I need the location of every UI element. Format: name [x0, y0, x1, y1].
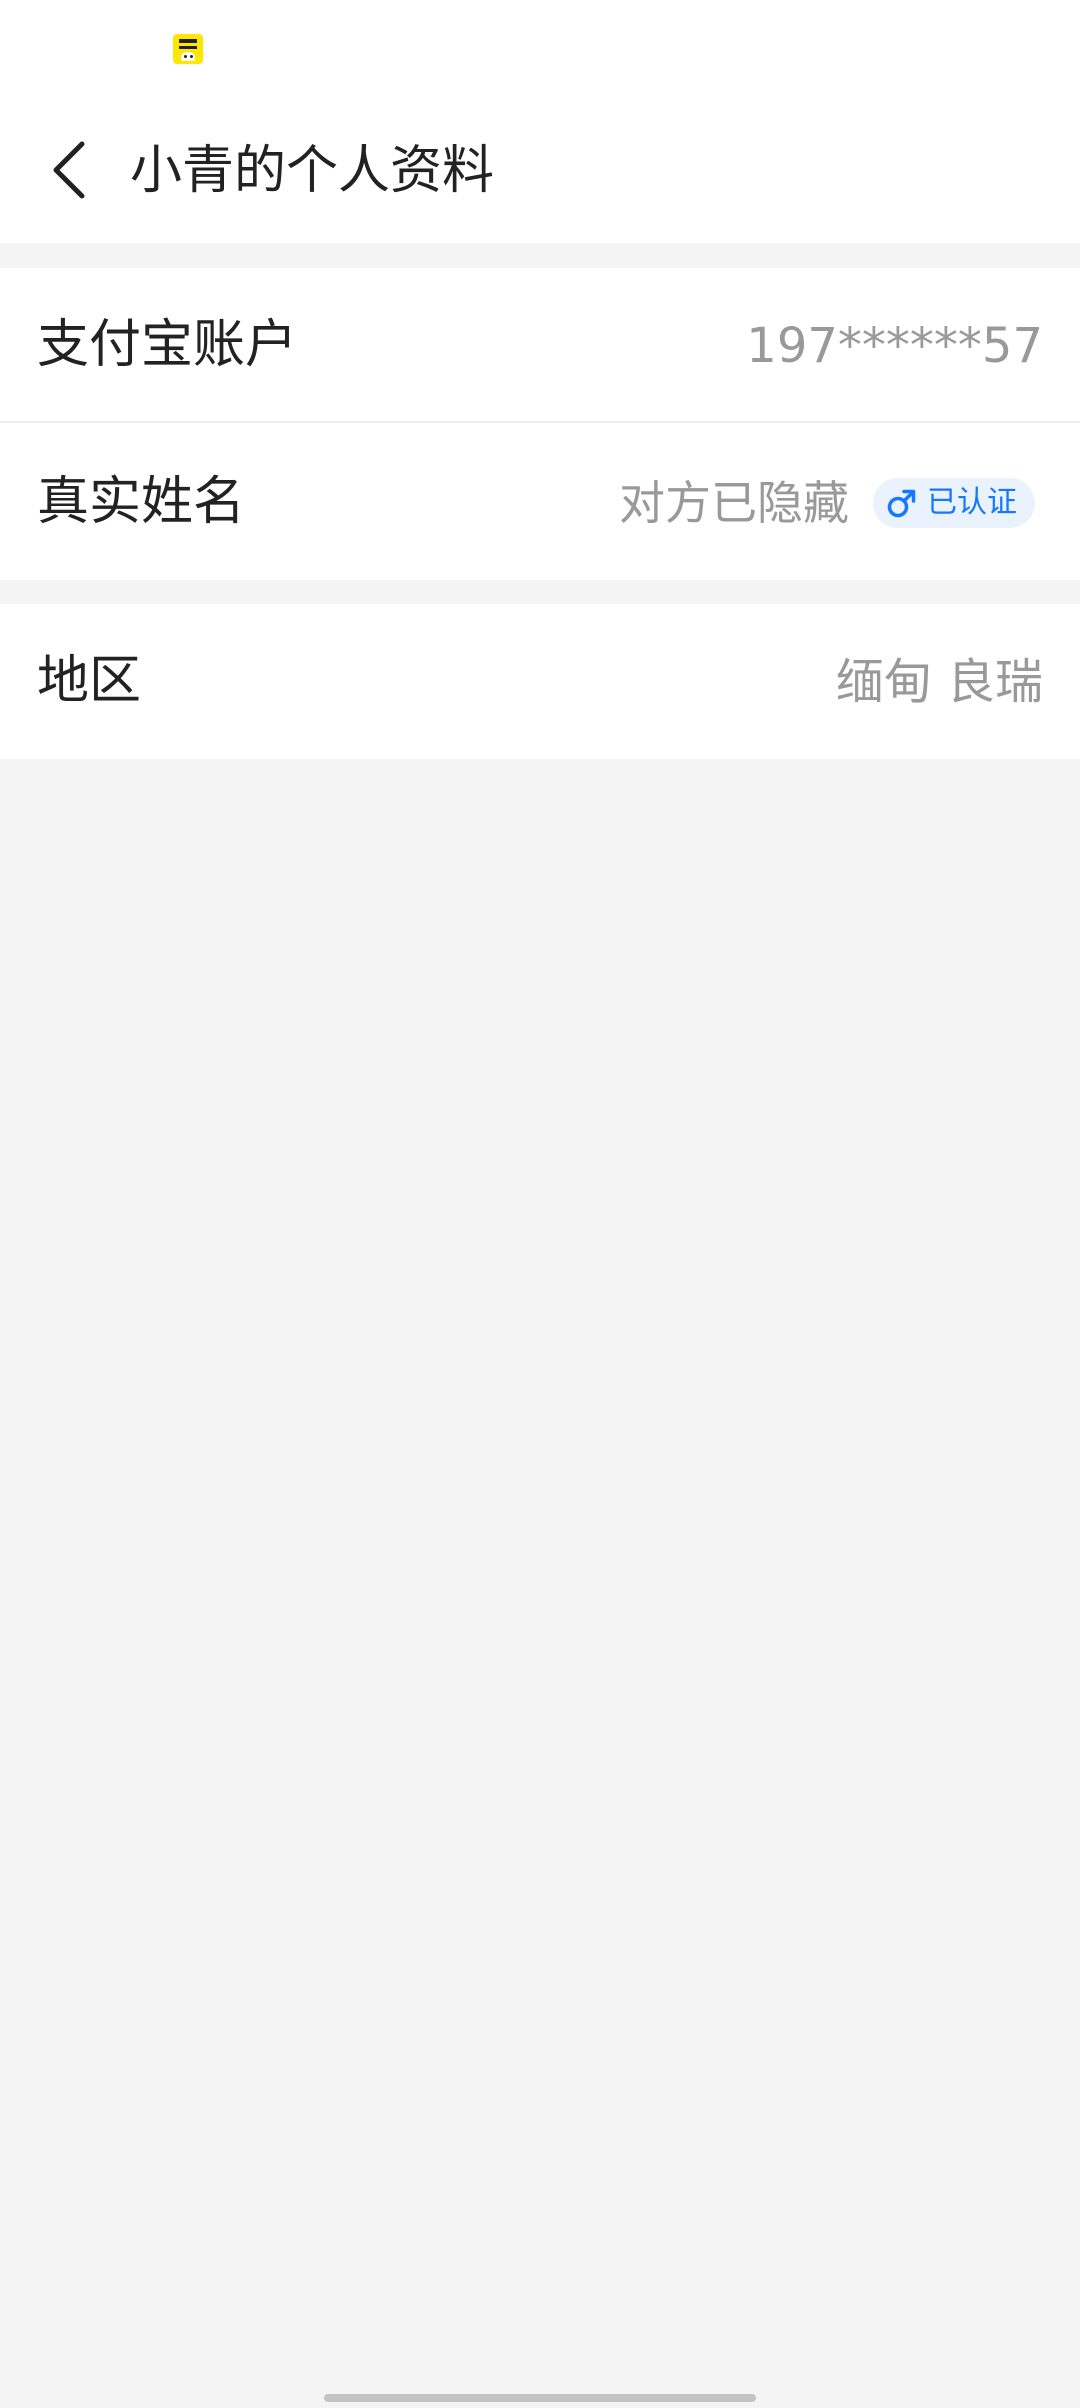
- account-label: 支付宝账户: [37, 315, 298, 375]
- real-name-value-group: 对方已隐藏 已认证: [619, 470, 1035, 536]
- home-indicator[interactable]: [324, 2394, 756, 2402]
- region-value: 缅甸 良瑞: [835, 654, 1043, 710]
- verified-badge-text: 已认证: [927, 485, 1017, 520]
- real-name-label: 真实姓名: [37, 472, 246, 532]
- account-row[interactable]: 支付宝账户 197******57: [0, 268, 1080, 423]
- chevron-left-icon: [53, 141, 85, 199]
- row-divider: [0, 421, 1080, 423]
- page-title: 小青的个人资料: [130, 141, 495, 201]
- app-notification-icon: [173, 34, 203, 64]
- region-card: 地区 缅甸 良瑞: [0, 604, 1080, 759]
- region-label: 地区: [37, 651, 142, 711]
- account-value: 197******57: [746, 318, 1043, 374]
- profile-card: 支付宝账户 197******57 真实姓名 对方已隐藏 已认证: [0, 268, 1080, 580]
- real-name-value: 对方已隐藏: [619, 476, 849, 530]
- male-gender-icon: [887, 489, 916, 518]
- real-name-row[interactable]: 真实姓名 对方已隐藏 已认证: [0, 425, 1080, 580]
- back-button[interactable]: [36, 130, 106, 210]
- verified-badge: 已认证: [873, 478, 1035, 528]
- region-row[interactable]: 地区 缅甸 良瑞: [0, 604, 1080, 759]
- status-bar: [0, 0, 1080, 100]
- nav-bar: 小青的个人资料: [0, 100, 1080, 243]
